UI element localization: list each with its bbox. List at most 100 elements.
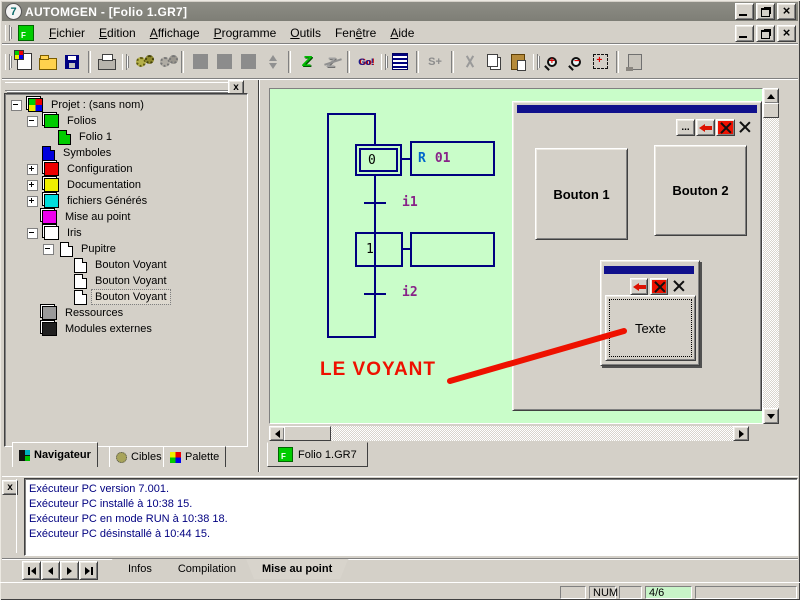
grafcet-step-1[interactable]: 1 [355,232,403,267]
bouton-2[interactable]: Bouton 2 [654,145,747,236]
collapse-icon[interactable] [27,116,38,127]
mdi-close-button[interactable] [777,25,796,42]
voyant-red-close-button[interactable] [650,278,668,295]
collapse-icon[interactable] [11,100,22,111]
minimize-button[interactable] [735,3,754,20]
new-document-icon[interactable] [12,50,36,74]
first-tab-icon[interactable] [22,561,41,580]
horizontal-scrollbar[interactable] [269,426,749,441]
close-button[interactable] [777,3,796,20]
grafcet-step-0[interactable]: 0 [355,144,402,176]
menu-fichier[interactable]: Fichier [42,23,92,43]
go-icon[interactable]: Go! [354,50,378,74]
zoom-selection-icon[interactable] [588,50,612,74]
tree-item-pupitre[interactable]: Pupitre [5,241,247,257]
tree-item-folios[interactable]: Folios [5,113,247,129]
print-icon[interactable] [95,50,119,74]
title-bar[interactable]: 7 AUTOMGEN - [Folio 1.GR7] [2,2,798,21]
dots-button[interactable]: ... [676,119,695,136]
menu-programme[interactable]: Programme [207,23,284,43]
toolbar-grip-4[interactable] [533,54,538,70]
page-preview-icon[interactable] [623,50,647,74]
menu-fenetre[interactable]: Fenêtre [328,23,383,43]
texte-button[interactable]: Texte [605,295,696,361]
back-arrow-button[interactable] [696,119,715,136]
tree-item-iris[interactable]: Iris [5,225,247,241]
run-z-icon[interactable]: Z [295,50,319,74]
disabled-square-1 [188,50,212,74]
transition-1-label[interactable]: i1 [402,195,418,210]
zoom-out-icon[interactable] [564,50,588,74]
tree-item-mise-au-point[interactable]: Mise au point [5,209,247,225]
scroll-left-icon[interactable] [269,426,285,441]
voyant-close-x-button[interactable] [670,278,686,293]
paste-icon[interactable] [506,50,530,74]
mdi-minimize-button[interactable] [735,25,754,42]
zoom-in-icon[interactable] [540,50,564,74]
menu-affichage[interactable]: Affichage [143,23,207,43]
grafcet-action-box[interactable]: R 01 [410,141,495,176]
menu-aide[interactable]: Aide [383,23,421,43]
tree-item-modules-externes[interactable]: Modules externes [5,321,247,337]
expand-icon[interactable] [27,180,38,191]
document-icon[interactable] [18,25,34,41]
menu-edition[interactable]: Edition [92,23,143,43]
menu-outils[interactable]: Outils [283,23,328,43]
toolbar-grip-1[interactable] [5,54,10,70]
scroll-right-icon[interactable] [733,426,749,441]
tab-palette[interactable]: Palette [163,446,226,467]
tree-item-symboles[interactable]: Symboles [5,145,247,161]
copy-icon[interactable] [482,50,506,74]
scroll-up-icon[interactable] [763,88,779,104]
tree-item-documentation[interactable]: Documentation [5,177,247,193]
toolbar-grip-3[interactable] [381,54,386,70]
voyant-back-arrow-button[interactable] [630,278,648,295]
save-icon[interactable] [60,50,84,74]
list-icon[interactable] [388,50,412,74]
tab-cibles[interactable]: Cibles [109,446,169,467]
collapse-icon[interactable] [27,228,38,239]
tree-item-configuration[interactable]: Configuration [5,161,247,177]
tab-mise-au-point[interactable]: Mise au point [246,559,348,579]
tree-item-bouton-voyant-2[interactable]: Bouton Voyant [5,273,247,289]
grafcet-transition-1[interactable] [364,202,386,204]
grafcet-action-box-empty[interactable] [410,232,495,267]
close-x-button[interactable] [736,119,753,134]
folio-tab[interactable]: Folio 1.GR7 [267,442,368,467]
grafcet-canvas[interactable]: 0 R 01 i1 1 i2 ... [269,88,763,424]
log-output[interactable]: Exécuteur PC version 7.001. Exécuteur PC… [24,478,798,556]
red-close-button[interactable] [716,119,735,136]
restore-button[interactable] [756,3,775,20]
last-tab-icon[interactable] [79,561,98,580]
scroll-down-icon[interactable] [763,408,779,424]
tree-item-bouton-voyant-1[interactable]: Bouton Voyant [5,257,247,273]
transition-2-label[interactable]: i2 [402,285,418,300]
next-tab-icon[interactable] [60,561,79,580]
prev-tab-icon[interactable] [41,561,60,580]
toolbar-grip-2[interactable] [122,54,127,70]
menubar-grip[interactable] [5,25,10,41]
pupitre-window[interactable]: ... Bouton 1 Bouton 2 Texte [512,101,762,411]
tab-navigateur[interactable]: Navigateur [12,442,98,467]
tree-item-fichiers-generes[interactable]: fichiers Générés [5,193,247,209]
tree-item-projet[interactable]: Projet : (sans nom) [5,97,247,113]
grafcet-transition-2[interactable] [364,293,386,295]
mdi-restore-button[interactable] [756,25,775,42]
open-folder-icon[interactable] [36,50,60,74]
bouton-1[interactable]: Bouton 1 [535,148,628,240]
tab-infos[interactable]: Infos [112,559,168,579]
collapse-icon[interactable] [43,244,54,255]
horizontal-scroll-thumb[interactable] [284,426,331,441]
compile-gears-icon[interactable] [129,50,153,74]
folio-page-icon [58,130,71,145]
tab-compilation[interactable]: Compilation [162,559,252,579]
tree-item-bouton-voyant-3[interactable]: Bouton Voyant [5,289,247,305]
expand-icon[interactable] [27,164,38,175]
vertical-scroll-thumb[interactable] [763,103,779,118]
tree-item-folio-1[interactable]: Folio 1 [5,129,247,145]
panel-grip[interactable] [5,82,231,91]
vertical-scrollbar[interactable] [763,88,779,424]
expand-icon[interactable] [27,196,38,207]
tree-item-ressources[interactable]: Ressources [5,305,247,321]
voyant-window[interactable]: Texte [600,260,700,366]
